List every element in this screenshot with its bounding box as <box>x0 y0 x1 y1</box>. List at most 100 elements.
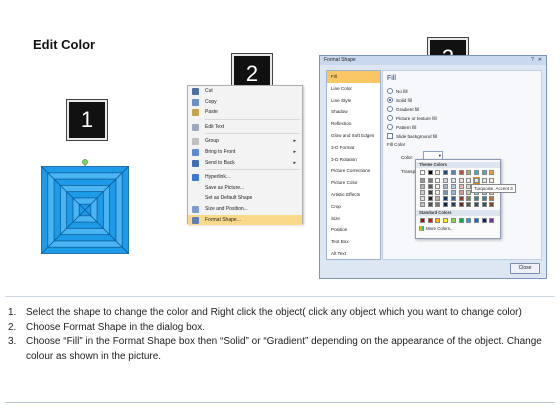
category-text-box[interactable]: Text Box <box>327 236 380 248</box>
menu-item-size-and-position[interactable]: Size and Position... <box>188 204 302 215</box>
color-swatch[interactable] <box>466 202 472 207</box>
category-picture-corrections[interactable]: Picture Corrections <box>327 165 380 177</box>
fill-option-picture-or-texture-fill[interactable]: Picture or texture fill <box>387 115 437 121</box>
color-swatch[interactable] <box>458 178 464 183</box>
menu-item-hyperlink[interactable]: Hyperlink... <box>188 172 302 183</box>
category-artistic-effects[interactable]: Artistic Effects <box>327 189 380 201</box>
menu-item-edit-text[interactable]: Edit Text <box>188 122 302 133</box>
color-swatch[interactable] <box>443 196 449 201</box>
menu-item-format-shape[interactable]: Format Shape... <box>188 214 302 226</box>
color-swatch[interactable] <box>481 178 487 183</box>
standard-color-swatch[interactable] <box>443 218 449 223</box>
category-line-color[interactable]: Line Color <box>327 83 380 95</box>
menu-item-send-to-back[interactable]: Send to Back ▸ <box>188 158 302 169</box>
color-swatch[interactable] <box>481 170 487 175</box>
color-swatch[interactable] <box>420 178 425 183</box>
category-picture-color[interactable]: Picture Color <box>327 177 380 189</box>
color-swatch[interactable] <box>435 184 441 189</box>
fill-option-no-fill[interactable]: No fill <box>387 88 408 94</box>
color-swatch[interactable] <box>427 196 433 201</box>
fill-option-gradient-fill[interactable]: Gradient fill <box>387 106 419 112</box>
color-swatch[interactable] <box>458 202 464 207</box>
color-swatch[interactable] <box>443 202 449 207</box>
menu-item-paste[interactable]: Paste <box>188 107 302 118</box>
rotation-handle[interactable] <box>80 156 90 169</box>
category-3-d-rotation[interactable]: 3-D Rotation <box>327 154 380 166</box>
color-swatch[interactable] <box>450 190 456 195</box>
radio-button[interactable] <box>387 97 393 103</box>
color-swatch[interactable] <box>450 196 456 201</box>
color-swatch[interactable] <box>427 202 433 207</box>
color-swatch[interactable] <box>458 196 464 201</box>
category-shadow[interactable]: Shadow <box>327 106 380 118</box>
radio-button[interactable] <box>387 115 393 121</box>
standard-color-swatch[interactable] <box>427 218 433 223</box>
menu-item-group[interactable]: Group ▸ <box>188 136 302 147</box>
menu-item-set-as-default-shape[interactable]: Set as Default Shape <box>188 193 302 204</box>
close-icon[interactable]: ✕ <box>538 57 542 63</box>
color-swatch[interactable] <box>473 170 479 175</box>
category-line-style[interactable]: Line Style <box>327 95 380 107</box>
standard-color-swatch[interactable] <box>489 218 495 223</box>
pyramid-shape[interactable] <box>40 165 130 255</box>
color-swatch[interactable] <box>427 190 433 195</box>
standard-color-swatch[interactable] <box>420 218 425 223</box>
color-swatch[interactable] <box>443 184 449 189</box>
color-swatch[interactable] <box>481 202 487 207</box>
category-reflection[interactable]: Reflection <box>327 118 380 130</box>
radio-button[interactable] <box>387 106 393 112</box>
close-button[interactable]: Close <box>510 263 540 274</box>
color-swatch[interactable] <box>489 202 495 207</box>
standard-color-swatch[interactable] <box>435 218 441 223</box>
color-swatch[interactable] <box>420 196 425 201</box>
color-swatch[interactable] <box>435 202 441 207</box>
category-crop[interactable]: Crop <box>327 201 380 213</box>
color-swatch[interactable] <box>450 184 456 189</box>
color-swatch[interactable] <box>427 170 433 175</box>
color-swatch[interactable] <box>435 170 441 175</box>
color-swatch[interactable] <box>473 196 479 201</box>
color-swatch[interactable] <box>489 178 495 183</box>
checkbox[interactable] <box>387 133 393 139</box>
color-swatch[interactable] <box>443 190 449 195</box>
standard-color-swatch[interactable] <box>481 218 487 223</box>
color-swatch[interactable] <box>489 196 495 201</box>
color-swatch[interactable] <box>420 170 425 175</box>
color-swatch[interactable] <box>458 190 464 195</box>
fill-option-solid-fill[interactable]: Solid fill <box>387 97 412 103</box>
color-swatch[interactable] <box>458 170 464 175</box>
category-3-d-format[interactable]: 3-D Format <box>327 142 380 154</box>
color-swatch[interactable] <box>466 196 472 201</box>
color-swatch[interactable] <box>450 202 456 207</box>
color-swatch[interactable] <box>435 196 441 201</box>
color-swatch[interactable] <box>450 170 456 175</box>
color-swatch[interactable] <box>435 190 441 195</box>
more-colors-item[interactable]: More Colors... <box>419 226 454 231</box>
category-fill[interactable]: Fill <box>327 71 380 83</box>
color-swatch[interactable] <box>466 178 472 183</box>
color-swatch[interactable] <box>458 184 464 189</box>
menu-item-copy[interactable]: Copy <box>188 97 302 108</box>
standard-color-swatch[interactable] <box>458 218 464 223</box>
help-icon[interactable]: ? <box>531 57 534 63</box>
menu-item-save-as-picture[interactable]: Save as Picture... <box>188 183 302 194</box>
color-swatch[interactable] <box>489 170 495 175</box>
color-swatch[interactable] <box>443 170 449 175</box>
menu-item-bring-to-front[interactable]: Bring to Front ▸ <box>188 147 302 158</box>
standard-color-swatch[interactable] <box>466 218 472 223</box>
color-swatch[interactable] <box>420 190 425 195</box>
color-swatch[interactable] <box>466 170 472 175</box>
color-swatch[interactable] <box>435 178 441 183</box>
category-position[interactable]: Position <box>327 224 380 236</box>
category-alt-text[interactable]: Alt Text <box>327 248 380 260</box>
category-size[interactable]: Size <box>327 213 380 225</box>
standard-color-swatch[interactable] <box>450 218 456 223</box>
standard-color-swatch[interactable] <box>473 218 479 223</box>
fill-option-slide-background-fill[interactable]: Slide background fill <box>387 133 437 139</box>
category-glow-and-soft-edges[interactable]: Glow and Soft Edges <box>327 130 380 142</box>
color-swatch[interactable] <box>427 178 433 183</box>
fill-option-pattern-fill[interactable]: Pattern fill <box>387 124 416 130</box>
color-swatch[interactable] <box>420 202 425 207</box>
radio-button[interactable] <box>387 124 393 130</box>
radio-button[interactable] <box>387 88 393 94</box>
